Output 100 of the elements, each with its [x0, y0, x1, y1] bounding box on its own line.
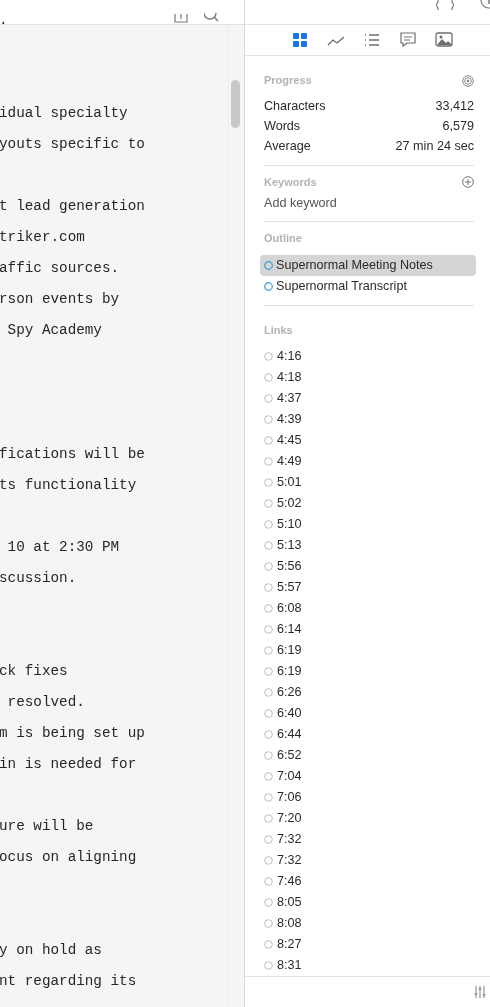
- text-line: idual specialty: [0, 105, 128, 121]
- link-item[interactable]: 5:10: [264, 514, 474, 536]
- text-line: Spy Academy: [6, 322, 102, 338]
- section-heading: Keywords: [264, 174, 317, 190]
- scrollbar-thumb[interactable]: [231, 80, 240, 128]
- link-item[interactable]: 6:44: [264, 724, 474, 746]
- circle-icon: [264, 281, 273, 291]
- text-line: affic sources.: [0, 260, 120, 276]
- circle-icon: [264, 961, 273, 971]
- link-item[interactable]: 5:01: [264, 472, 474, 494]
- circle-icon: [264, 436, 273, 446]
- stat-label: Average: [264, 137, 311, 155]
- text-line: 10 at 2:30 PM: [6, 539, 120, 555]
- link-item[interactable]: 8:31: [264, 955, 474, 977]
- circle-icon: [264, 856, 273, 866]
- stat-value: 27 min 24 sec: [395, 137, 474, 155]
- search-icon[interactable]: [204, 13, 220, 22]
- circle-icon: [264, 730, 273, 740]
- stat-label: Words: [264, 117, 301, 135]
- circle-icon: [264, 898, 273, 908]
- sliders-icon[interactable]: [474, 985, 486, 1000]
- link-item[interactable]: 6:26: [264, 682, 474, 704]
- link-item[interactable]: 6:52: [264, 745, 474, 767]
- circle-icon: [264, 940, 273, 950]
- circle-icon: [264, 260, 273, 270]
- circle-icon: [264, 352, 273, 362]
- text-line: t lead generation: [0, 198, 145, 214]
- link-item[interactable]: 4:18: [264, 367, 474, 389]
- circle-icon: [264, 457, 273, 467]
- circle-icon: [264, 625, 273, 635]
- circle-icon: [264, 415, 273, 425]
- text-line: ck fixes: [0, 663, 68, 679]
- link-item[interactable]: 5:02: [264, 493, 474, 515]
- link-item[interactable]: 5:13: [264, 535, 474, 557]
- circle-icon: [264, 541, 273, 551]
- text-line: rson events by: [0, 291, 120, 307]
- text-line: fications will be: [0, 446, 145, 462]
- target-icon[interactable]: [462, 74, 474, 87]
- circle-icon: [264, 772, 273, 782]
- link-item[interactable]: 7:46: [264, 871, 474, 893]
- share-icon[interactable]: [174, 14, 188, 23]
- link-item[interactable]: 6:40: [264, 703, 474, 725]
- link-item[interactable]: 4:39: [264, 409, 474, 431]
- link-item[interactable]: 6:19: [264, 661, 474, 683]
- link-item[interactable]: 6:19: [264, 640, 474, 662]
- circle-icon: [264, 373, 273, 383]
- circle-icon: [264, 562, 273, 572]
- circle-icon: [264, 499, 273, 509]
- circle-icon: [264, 919, 273, 929]
- circle-icon: [264, 877, 273, 887]
- link-item[interactable]: 4:45: [264, 430, 474, 452]
- link-item[interactable]: 7:20: [264, 808, 474, 830]
- section-heading: Outline: [264, 231, 303, 247]
- text-line: in is needed for: [0, 756, 137, 772]
- circle-icon: [264, 667, 273, 677]
- text-line: ocus on aligning: [0, 849, 137, 865]
- circle-icon: [264, 793, 273, 803]
- link-item[interactable]: 4:49: [264, 451, 474, 473]
- section-heading: Links: [264, 322, 294, 338]
- stat-value: 6,579: [442, 117, 474, 135]
- link-item[interactable]: 7:04: [264, 766, 474, 788]
- circle-icon: [264, 583, 273, 593]
- link-item[interactable]: 4:37: [264, 388, 474, 410]
- circle-icon: [264, 646, 273, 656]
- circle-icon: [264, 751, 273, 761]
- text-line: y on hold as: [0, 942, 102, 958]
- text-line: triker.com: [0, 229, 85, 245]
- outline-item[interactable]: Supernormal Meeting Notes: [260, 254, 476, 276]
- add-icon[interactable]: [462, 176, 474, 189]
- link-item[interactable]: 5:56: [264, 556, 474, 578]
- link-item[interactable]: 5:57: [264, 577, 474, 599]
- stat-label: Characters: [264, 97, 326, 115]
- keyword-field[interactable]: Add keyword: [264, 194, 474, 214]
- link-item[interactable]: 7:32: [264, 850, 474, 872]
- link-item[interactable]: 4:16: [264, 346, 474, 368]
- link-item[interactable]: 8:08: [264, 913, 474, 935]
- text-line: nt regarding its: [0, 973, 137, 989]
- circle-icon: [264, 814, 273, 824]
- circle-icon: [264, 604, 273, 614]
- circle-icon: [264, 394, 273, 404]
- link-item[interactable]: 7:06: [264, 787, 474, 809]
- link-item[interactable]: 6:08: [264, 598, 474, 620]
- outline-item[interactable]: Supernormal Transcript: [260, 275, 476, 297]
- link-item[interactable]: 7:32: [264, 829, 474, 851]
- text-line: youts specific to: [0, 136, 145, 152]
- link-item[interactable]: 8:05: [264, 892, 474, 914]
- text-line: m is being set up: [0, 725, 145, 741]
- text-line: scussion.: [0, 570, 77, 586]
- circle-icon: [264, 709, 273, 719]
- circle-icon: [264, 520, 273, 530]
- section-heading: Progress: [264, 73, 312, 89]
- text-line: ure will be: [0, 818, 94, 834]
- text-line: .: [0, 12, 8, 28]
- stat-value: 33,412: [435, 97, 474, 115]
- link-item[interactable]: 8:27: [264, 934, 474, 956]
- circle-icon: [264, 478, 273, 488]
- text-line: resolved.: [6, 694, 85, 710]
- text-line: ts functionality: [0, 477, 137, 493]
- circle-icon: [264, 835, 273, 845]
- link-item[interactable]: 6:14: [264, 619, 474, 641]
